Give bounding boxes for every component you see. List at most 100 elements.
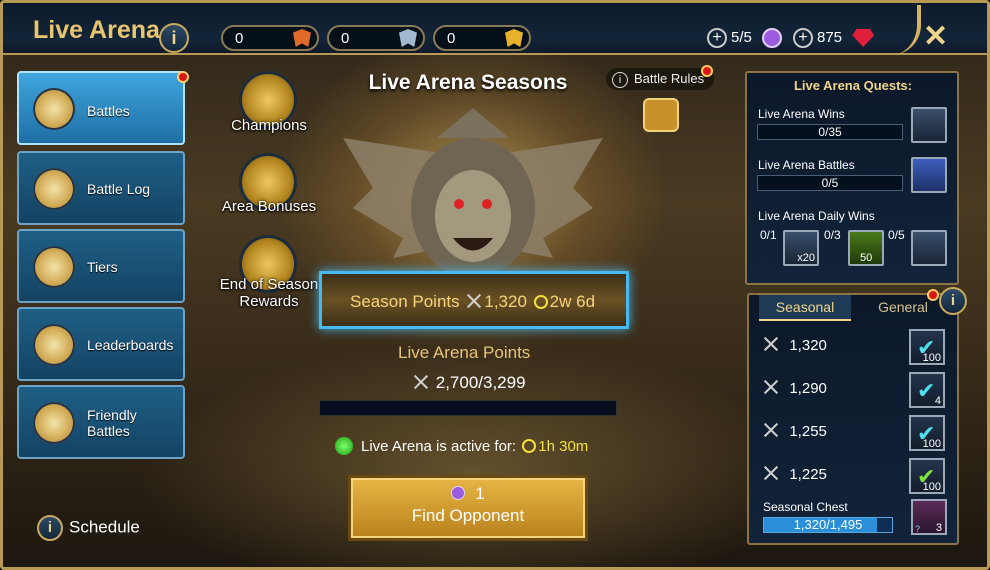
gold-counter: 0: [433, 25, 531, 51]
crossed-axes-icon: [33, 88, 75, 130]
friendly-battles-icon: [33, 402, 75, 444]
silver-count: 0: [341, 30, 350, 47]
seasonal-chest-progress: 1,320/1,495: [763, 517, 893, 533]
info-icon: i: [612, 72, 628, 88]
notification-dot: [177, 71, 189, 83]
gold-badge-icon: [505, 29, 523, 47]
info-icon[interactable]: i: [939, 287, 967, 315]
nav-tiers-label: Tiers: [87, 259, 118, 275]
milestone-reward[interactable]: ✔ 100: [909, 458, 945, 494]
add-gems-button[interactable]: +: [793, 28, 813, 48]
nav-tiers[interactable]: Tiers: [17, 229, 185, 303]
season-points-panel: Season Points 1,320 2w 6d: [319, 271, 629, 329]
quest-label: Live Arena Wins: [758, 107, 845, 121]
page-title: Live Arena: [33, 16, 160, 44]
chest-reward-icon[interactable]: [911, 230, 947, 266]
milestone-reward[interactable]: ✔ 100: [909, 329, 945, 365]
nav-battle-log[interactable]: Battle Log: [17, 151, 185, 225]
milestone-reward[interactable]: ✔ 100: [909, 415, 945, 451]
live-arena-screen: Live Arena i 0 0 0 +5/5 +875 ✕ Battles B…: [0, 0, 990, 570]
arena-points-label: Live Arena Points: [398, 343, 531, 362]
gold-count: 0: [447, 30, 456, 47]
arena-active-status: Live Arena is active for: 1h 30m: [335, 437, 588, 455]
arena-points-row: 2,700/3,299: [411, 373, 526, 393]
nav-battle-log-label: Battle Log: [87, 181, 151, 197]
crossed-swords-icon: [763, 336, 779, 352]
scroll-icon: [33, 168, 75, 210]
team-setup-icon[interactable]: [643, 98, 679, 132]
lion-crest-emblem: [343, 108, 603, 278]
nav-battles-label: Battles: [87, 103, 130, 119]
nav-friendly-battles-label: Friendly Battles: [87, 407, 137, 439]
active-time: 1h 30m: [538, 438, 589, 455]
active-status-icon: [335, 437, 353, 455]
milestone-reward[interactable]: ✔ 4: [909, 372, 945, 408]
season-points-label: Season Points: [350, 292, 460, 311]
check-icon: ✔: [917, 378, 936, 403]
nav-friendly-battles[interactable]: Friendly Battles: [17, 385, 185, 459]
arena-points-progress-bar: [319, 400, 617, 416]
ruby-icon: [852, 29, 875, 47]
crossed-swords-icon: [413, 374, 429, 390]
daily-wins-label: Live Arena Daily Wins: [758, 209, 875, 223]
energy-reward-icon[interactable]: 50: [848, 230, 884, 266]
schedule-label: Schedule: [69, 517, 140, 537]
silver-badge-icon: [399, 29, 417, 47]
close-icon[interactable]: ✕: [923, 19, 948, 54]
quests-title: Live Arena Quests:: [793, 78, 912, 93]
crossed-swords-icon: [763, 379, 779, 395]
season-points-value: 1,320: [484, 292, 527, 311]
crossed-swords-icon: [466, 293, 482, 309]
tokens-value: 5/5: [731, 28, 752, 46]
notification-dot: [701, 65, 713, 77]
multiplier-reward-icon[interactable]: x20: [783, 230, 819, 266]
info-icon: i: [37, 515, 63, 541]
nav-leaderboards-label: Leaderboards: [87, 337, 174, 353]
bronze-badge-icon: [293, 29, 311, 47]
quest-progress: 0/35: [757, 124, 903, 140]
notification-dot: [927, 289, 939, 301]
gems-value: 875: [817, 28, 843, 46]
crossed-swords-icon: [763, 465, 779, 481]
nav-battles[interactable]: Battles: [17, 71, 185, 145]
double-trophy-icon: [33, 324, 75, 366]
season-rewards-label[interactable]: End of Season Rewards: [209, 276, 329, 310]
area-bonuses-label[interactable]: Area Bonuses: [209, 198, 329, 215]
find-opponent-label: Find Opponent: [411, 506, 525, 525]
add-tokens-button[interactable]: +: [707, 28, 727, 48]
milestone-row: 1,320: [761, 336, 827, 354]
arena-token-icon: [451, 486, 466, 500]
potion-bag-icon[interactable]: [911, 157, 947, 193]
season-time-remaining: 2w 6d: [549, 292, 596, 311]
info-icon[interactable]: i: [159, 23, 189, 53]
milestone-row: 1,255: [761, 422, 827, 440]
season-title: Live Arena Seasons: [368, 71, 568, 94]
battle-rules-label: Battle Rules: [634, 71, 705, 86]
active-label: Live Arena is active for:: [361, 438, 517, 455]
champions-label[interactable]: Champions: [209, 117, 329, 134]
daily-step: 0/3: [824, 228, 841, 242]
milestone-row: 1,290: [761, 379, 827, 397]
arena-token-icon: [762, 28, 783, 48]
find-cost: 1: [475, 484, 485, 503]
bronze-counter: 0: [221, 25, 319, 51]
milestone-row: 1,225: [761, 465, 827, 483]
gems-counter: +875: [793, 25, 875, 51]
tokens-counter: +5/5: [707, 25, 783, 51]
tab-seasonal[interactable]: Seasonal: [759, 295, 851, 321]
daily-step: 0/1: [760, 228, 777, 242]
silver-counter: 0: [327, 25, 425, 51]
nav-leaderboards[interactable]: Leaderboards: [17, 307, 185, 381]
chest-reward-icon[interactable]: [911, 107, 947, 143]
trophy-icon: [33, 246, 75, 288]
quest-label: Live Arena Battles: [758, 158, 855, 172]
unknown-icon: ?: [915, 524, 921, 534]
schedule-button[interactable]: i Schedule: [37, 515, 140, 543]
arena-points-value: 2,700/3,299: [435, 373, 526, 392]
crossed-swords-icon: [763, 422, 779, 438]
seasonal-chest-icon[interactable]: ? 3: [911, 499, 947, 535]
quest-progress: 0/5: [757, 175, 903, 191]
battle-rules-button[interactable]: i Battle Rules: [606, 68, 715, 90]
clock-icon: [522, 439, 537, 453]
find-opponent-button[interactable]: 1 Find Opponent: [348, 475, 588, 541]
